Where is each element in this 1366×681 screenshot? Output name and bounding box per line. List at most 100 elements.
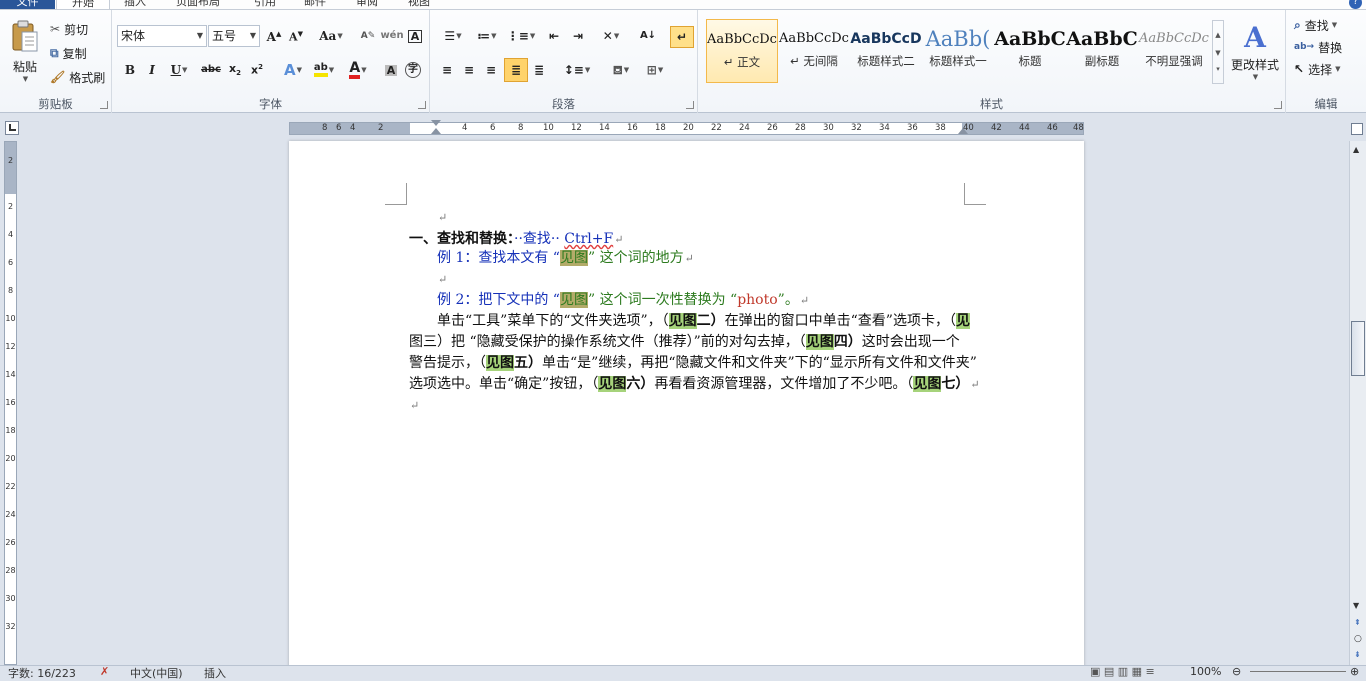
italic-button[interactable]: I xyxy=(144,60,160,80)
word-count[interactable]: 字数: 16/223 xyxy=(8,665,76,681)
previous-page-icon[interactable]: ⇞ xyxy=(1354,618,1361,627)
borders-button[interactable]: ⊞ ▼ xyxy=(640,60,670,80)
highlight-button[interactable]: ab ▼ xyxy=(310,60,338,80)
ruler-tick: 32 xyxy=(851,123,862,133)
style-subtitle[interactable]: AaBbC 副标题 xyxy=(1066,19,1138,83)
justify-button[interactable]: ≣ xyxy=(504,58,528,82)
underline-button[interactable]: U ▼ xyxy=(166,60,192,80)
browse-object-icon[interactable]: ○ xyxy=(1354,634,1362,644)
scroll-down-icon[interactable]: ▼ xyxy=(1353,601,1359,610)
tab-home[interactable]: 开始 xyxy=(56,0,110,9)
distributed-button[interactable]: ≣ xyxy=(530,60,548,80)
font-name-box[interactable]: 宋体 ▼ xyxy=(117,25,207,47)
ruler-toggle-icon[interactable] xyxy=(1349,114,1366,141)
tab-file[interactable]: 文件 xyxy=(0,0,55,9)
line-spacing-button[interactable]: ↕≡ ▼ xyxy=(562,60,592,80)
copy-button[interactable]: ⧉ 复制 xyxy=(50,44,87,62)
subscript-button[interactable]: x2 xyxy=(226,60,244,80)
grow-font-button[interactable]: A▲ xyxy=(264,26,284,46)
scroll-thumb[interactable] xyxy=(1351,321,1365,376)
shrink-font-button[interactable]: A▼ xyxy=(286,26,306,46)
document-page[interactable]: ↵ 一、查找和替换：··查找·· Ctrl+F↵ 例 1：查找本文有 “见图” … xyxy=(289,141,1084,667)
show-marks-button[interactable]: ↵ xyxy=(670,26,694,48)
zoom-level[interactable]: 100% xyxy=(1190,665,1221,678)
view-mode-icons[interactable]: ▣ ▤ ▥ ▦ ≡ xyxy=(1090,665,1155,678)
ruler-tick: 16 xyxy=(5,398,16,407)
change-styles-button[interactable]: A 更改样式 ▼ xyxy=(1228,16,1282,88)
character-border-button[interactable]: A xyxy=(406,26,424,46)
style-normal[interactable]: AaBbCcDc ↵ 正文 xyxy=(706,19,778,83)
styles-scroll[interactable]: ▲ ▼ ▾ xyxy=(1212,20,1224,84)
numbering-button[interactable]: ≔ ▼ xyxy=(472,26,502,46)
tab-mailings[interactable]: 邮件 xyxy=(304,0,326,9)
horizontal-ruler[interactable]: 8 6 4 2 4 6 8 10 12 14 16 18 20 22 24 26… xyxy=(289,120,1084,135)
paste-icon xyxy=(12,20,38,51)
format-painter-button[interactable]: 🖌 格式刷 xyxy=(50,68,105,86)
style-no-spacing[interactable]: AaBbCcDc ↵ 无间隔 xyxy=(778,19,850,83)
clear-format-button[interactable]: A✎ xyxy=(358,26,378,46)
copy-icon: ⧉ xyxy=(50,46,59,60)
bold-button[interactable]: B xyxy=(122,60,138,80)
font-launcher-icon[interactable] xyxy=(418,101,426,109)
style-title[interactable]: AaBbC 标题 xyxy=(994,19,1066,83)
underline-icon: U xyxy=(170,63,182,77)
style-heading-1[interactable]: AaBb(标题样式一 xyxy=(922,19,994,83)
vertical-scrollbar[interactable]: ▲ ▼ ⇞ ○ ⇟ xyxy=(1349,141,1366,665)
next-page-icon[interactable]: ⇟ xyxy=(1354,650,1361,659)
tab-review[interactable]: 审阅 xyxy=(356,0,378,9)
decrease-indent-button[interactable]: ⇤ xyxy=(544,26,564,46)
proofing-error-icon[interactable]: ✗ xyxy=(100,665,109,678)
increase-indent-button[interactable]: ⇥ xyxy=(568,26,588,46)
zoom-slider[interactable] xyxy=(1250,671,1346,672)
scroll-up-icon[interactable]: ▲ xyxy=(1353,145,1359,154)
align-right-button[interactable]: ≡ xyxy=(482,60,500,80)
multilevel-list-button[interactable]: ⋮≡ ▼ xyxy=(506,26,536,46)
zoom-in-icon[interactable]: ⊕ xyxy=(1350,665,1359,678)
numbered-list-icon: ≔ xyxy=(477,29,491,43)
style-subtle-emphasis[interactable]: AaBbCcDc 不明显强调 xyxy=(1138,19,1210,83)
bullets-button[interactable]: ☰ ▼ xyxy=(438,26,468,46)
style-heading-2[interactable]: AaBbCcD 标题样式二 xyxy=(850,19,922,83)
strikethrough-button[interactable]: abc xyxy=(200,60,222,80)
style-name: ↵ 正文 xyxy=(723,55,761,69)
tab-references[interactable]: 引用 xyxy=(254,0,276,9)
paragraph-mark-icon: ↵ xyxy=(970,378,980,391)
select-button[interactable]: ↖ 选择 ▼ xyxy=(1294,60,1340,78)
replace-button[interactable]: ab→ 替换 xyxy=(1294,38,1342,56)
doc-text: 再看看资源管理器，文件增加了不少吧。（ xyxy=(654,376,914,392)
cut-button[interactable]: ✂ 剪切 xyxy=(50,20,88,38)
doc-figure-number: 四） xyxy=(833,334,862,350)
align-center-button[interactable]: ≡ xyxy=(460,60,478,80)
tab-view[interactable]: 视图 xyxy=(408,0,430,9)
ruler-tick: 12 xyxy=(5,342,16,351)
insert-mode-indicator[interactable]: 插入 xyxy=(204,665,226,681)
vertical-ruler[interactable]: 2 2 4 6 8 10 12 14 16 18 20 22 24 26 28 … xyxy=(4,141,17,665)
styles-launcher-icon[interactable] xyxy=(1274,101,1282,109)
tab-insert[interactable]: 插入 xyxy=(124,0,146,9)
font-size-box[interactable]: 五号 ▼ xyxy=(208,25,260,47)
superscript-button[interactable]: x2 xyxy=(248,60,266,80)
language-indicator[interactable]: 中文(中国) xyxy=(130,665,183,681)
tab-page-layout[interactable]: 页面布局 xyxy=(176,0,220,9)
change-case-button[interactable]: Aa ▼ xyxy=(317,26,345,46)
tab-selector-icon[interactable] xyxy=(5,121,19,135)
text-effects-button[interactable]: A ▼ xyxy=(280,60,306,80)
clipboard-launcher-icon[interactable] xyxy=(100,101,108,109)
phonetic-guide-button[interactable]: wén xyxy=(380,26,403,46)
hanging-indent-marker[interactable] xyxy=(431,128,441,134)
paste-button[interactable]: 粘贴 ▼ xyxy=(6,16,44,86)
shading-button[interactable]: ⛾ ▼ xyxy=(606,60,636,80)
zoom-out-icon[interactable]: ⊖ xyxy=(1232,665,1241,678)
paragraph-launcher-icon[interactable] xyxy=(686,101,694,109)
ruler-tick: 48 xyxy=(1073,123,1084,133)
align-left-button[interactable]: ≡ xyxy=(438,60,456,80)
chinese-layout-button[interactable]: ✕ ▼ xyxy=(596,26,626,46)
sort-button[interactable]: A↓ xyxy=(638,26,658,46)
first-line-indent-marker[interactable] xyxy=(431,120,441,126)
enclose-characters-button[interactable]: 字 xyxy=(404,60,422,80)
character-shading-button[interactable]: A xyxy=(382,60,400,80)
help-icon[interactable]: ? xyxy=(1349,0,1362,9)
font-color-button[interactable]: A ▼ xyxy=(344,60,372,80)
doc-ex2-photo: photo xyxy=(737,292,778,308)
find-button[interactable]: ⌕ 查找 ▼ xyxy=(1294,16,1337,34)
